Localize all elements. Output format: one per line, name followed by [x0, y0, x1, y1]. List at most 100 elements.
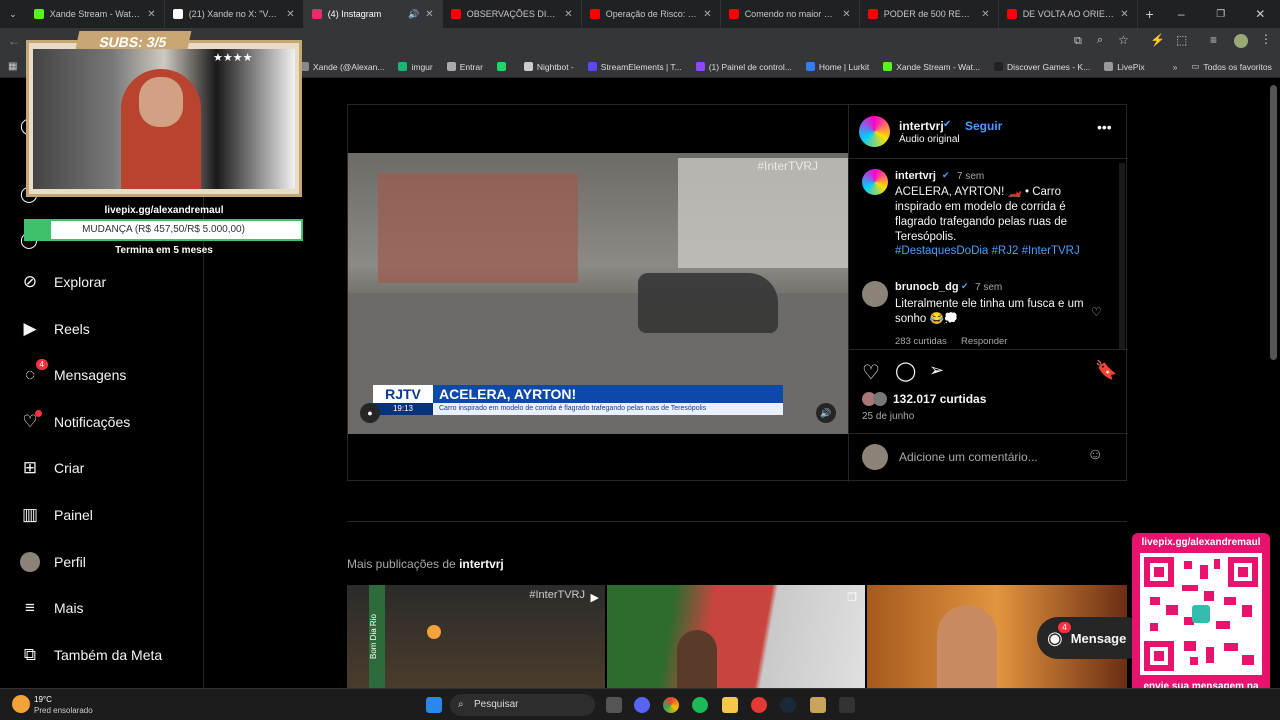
messages-pill[interactable]: ◉ 4 Mensage — [1037, 617, 1147, 659]
tab-list-button[interactable]: ⌄ — [0, 0, 26, 28]
bookmark-item[interactable]: StreamElements | T... — [587, 62, 682, 72]
sidebar-item-explorar[interactable]: ⊘ Explorar — [20, 272, 106, 292]
more-options-icon[interactable]: ••• — [1097, 119, 1112, 135]
likes-count[interactable]: 132.017 curtidas — [893, 392, 986, 406]
caption-avatar[interactable] — [862, 169, 888, 195]
start-icon[interactable] — [426, 697, 442, 713]
weather-temp[interactable]: 19°C — [34, 695, 52, 704]
browser-menu-icon[interactable]: ⋮ — [1260, 32, 1272, 46]
comment-reply-button[interactable]: Responder — [961, 336, 1007, 347]
comment-username[interactable]: brunocb_dg — [895, 281, 959, 293]
sidebar-item-mais[interactable]: ≡ Mais — [20, 598, 84, 618]
bookmark-item[interactable]: Xande Stream - Wat... — [883, 62, 980, 72]
new-tab-button[interactable]: + — [1138, 6, 1162, 22]
bookmark-item[interactable] — [496, 62, 510, 72]
bookmark-label: (1) Painel de control... — [708, 61, 792, 72]
post-author-avatar[interactable] — [859, 116, 890, 147]
media-player-icon[interactable] — [751, 697, 767, 713]
sidebar-item-reels[interactable]: ▶ Reels — [20, 319, 89, 339]
like-icon[interactable]: ♡ — [862, 360, 880, 385]
zoom-icon[interactable]: ⌕ — [1097, 34, 1103, 47]
comment-icon[interactable]: ◯ — [895, 360, 916, 383]
weather-desc[interactable]: Pred ensolarado — [34, 706, 93, 715]
comment-like-icon[interactable]: ♡ — [1091, 305, 1102, 319]
chrome-icon[interactable] — [663, 697, 679, 713]
discord-icon[interactable] — [634, 697, 650, 713]
tab-close-icon[interactable]: ✕ — [564, 9, 572, 20]
tab-close-icon[interactable]: ✕ — [1120, 9, 1128, 20]
more-post-thumbnail[interactable]: ❐ — [607, 585, 865, 688]
user-tags-icon[interactable]: ● — [360, 403, 380, 423]
emoji-icon[interactable]: ☺ — [1087, 446, 1103, 464]
tab-close-icon[interactable]: ✕ — [147, 9, 155, 20]
more-posts-user[interactable]: intertvrj — [459, 557, 504, 571]
more-post-thumbnail[interactable]: Bom Dia Rio #InterTVRJ ▶ — [347, 585, 605, 688]
page-scrollbar[interactable] — [1270, 85, 1277, 360]
sidebar-item-painel[interactable]: ▥ Painel — [20, 505, 93, 525]
audio-label[interactable]: Áudio original — [899, 134, 960, 145]
sidebar-item-criar[interactable]: ⊞ Criar — [20, 458, 84, 478]
tab-close-icon[interactable]: ✕ — [703, 9, 711, 20]
tab-close-icon[interactable]: ✕ — [842, 9, 850, 20]
browser-tab[interactable]: (21) Xande no X: "VASCO ✕ — [165, 0, 304, 28]
bookmark-item[interactable]: Entrar — [446, 62, 483, 72]
browser-tab[interactable]: Xande Stream - Watch Li ✕ — [26, 0, 165, 28]
browser-tab[interactable]: Operação de Risco: Trafic ✕ — [582, 0, 721, 28]
caption-hashtags[interactable]: #DestaquesDoDia #RJ2 #InterTVRJ — [895, 245, 1080, 257]
tab-close-icon[interactable]: ✕ — [286, 9, 294, 20]
install-icon[interactable]: ⧉ — [1074, 35, 1082, 48]
browser-tab[interactable]: Comendo no maior MER ✕ — [721, 0, 860, 28]
epic-games-icon[interactable] — [839, 697, 855, 713]
browser-tab[interactable]: PODER de 500 REAIS na ✕ — [860, 0, 999, 28]
weather-icon[interactable] — [12, 695, 30, 713]
browser-tab[interactable]: OBSERVAÇÕES DIÁRIAS (✕ — [443, 0, 582, 28]
bookmarks-overflow-icon[interactable]: » — [1173, 62, 1178, 72]
sidebar-item-mensagens[interactable]: ◌ 4 Mensagens — [20, 359, 126, 385]
profile-avatar[interactable] — [1234, 34, 1248, 48]
browser-tab[interactable]: DE VOLTA AO ORIENTE M ✕ — [999, 0, 1138, 28]
share-icon[interactable]: ➢ — [929, 360, 944, 381]
bookmark-item[interactable]: Discover Games - K... — [994, 62, 1090, 72]
file-explorer-icon[interactable] — [722, 697, 738, 713]
tab-close-icon[interactable]: ✕ — [981, 9, 989, 20]
back-icon[interactable]: ← — [8, 34, 20, 48]
minimize-icon[interactable]: – — [1161, 7, 1201, 21]
task-view-icon[interactable] — [606, 697, 622, 713]
tab-audio-icon[interactable]: 🔊 — [408, 9, 419, 20]
all-bookmarks-folder[interactable]: ▭ Todos os favoritos — [1191, 61, 1280, 72]
puzzle-icon[interactable]: ⬚ — [1176, 33, 1187, 47]
save-icon[interactable]: 🔖 — [1095, 360, 1117, 381]
bookmark-item[interactable]: Xande (@Alexan... — [300, 62, 384, 72]
sidebar-item-notifica-es[interactable]: ♡ Notificações — [20, 409, 130, 432]
section-divider — [347, 521, 1127, 522]
app-icon[interactable] — [810, 697, 826, 713]
tab-close-icon[interactable]: ✕ — [425, 9, 433, 20]
post-author-username[interactable]: intertvrj — [899, 119, 944, 133]
close-window-icon[interactable]: ✕ — [1240, 7, 1280, 21]
bookmark-item[interactable]: imgur — [398, 62, 433, 72]
browser-tab[interactable]: (4) Instagram 🔊 ✕ — [303, 0, 443, 28]
post-comments-area: intertvrj ✔ 7 sem ACELERA, AYRTON! 🏎️ • … — [849, 159, 1128, 349]
apps-grid-icon[interactable]: ▦ — [8, 61, 17, 72]
volume-icon[interactable]: 🔊 — [816, 403, 836, 423]
media-icon[interactable]: ≡ — [1210, 33, 1217, 47]
spotify-icon[interactable] — [692, 697, 708, 713]
caption-username[interactable]: intertvrj — [895, 170, 936, 182]
sidebar-item-perfil[interactable]: ● Perfil — [20, 551, 86, 572]
taskbar-search[interactable]: ⌕ Pesquisar — [450, 694, 595, 716]
bookmark-item[interactable]: LivePix — [1104, 62, 1145, 72]
extension-icon[interactable]: ⚡ — [1150, 33, 1165, 47]
maximize-icon[interactable]: ❐ — [1201, 9, 1241, 20]
follow-button[interactable]: Seguir — [965, 119, 1002, 133]
bookmark-item[interactable]: Home | Lurkit — [805, 62, 869, 72]
bookmark-item[interactable]: (1) Painel de control... — [695, 61, 792, 72]
post-video[interactable]: #InterTVRJ RJTV ACELERA, AYRTON! 19:13 C… — [348, 153, 848, 434]
commenter-avatar[interactable] — [862, 281, 888, 307]
sidebar-item-tamb-m-da-meta[interactable]: ⧉ Também da Meta — [20, 645, 162, 665]
bookmark-item[interactable]: Nightbot - — [523, 62, 574, 72]
comment-likes[interactable]: 283 curtidas — [895, 336, 947, 347]
comments-scrollbar[interactable] — [1119, 163, 1125, 349]
bookmark-star-icon[interactable]: ☆ — [1118, 33, 1129, 47]
add-comment-input[interactable]: Adicione um comentário... — [899, 450, 1038, 464]
steam-icon[interactable] — [780, 697, 796, 713]
